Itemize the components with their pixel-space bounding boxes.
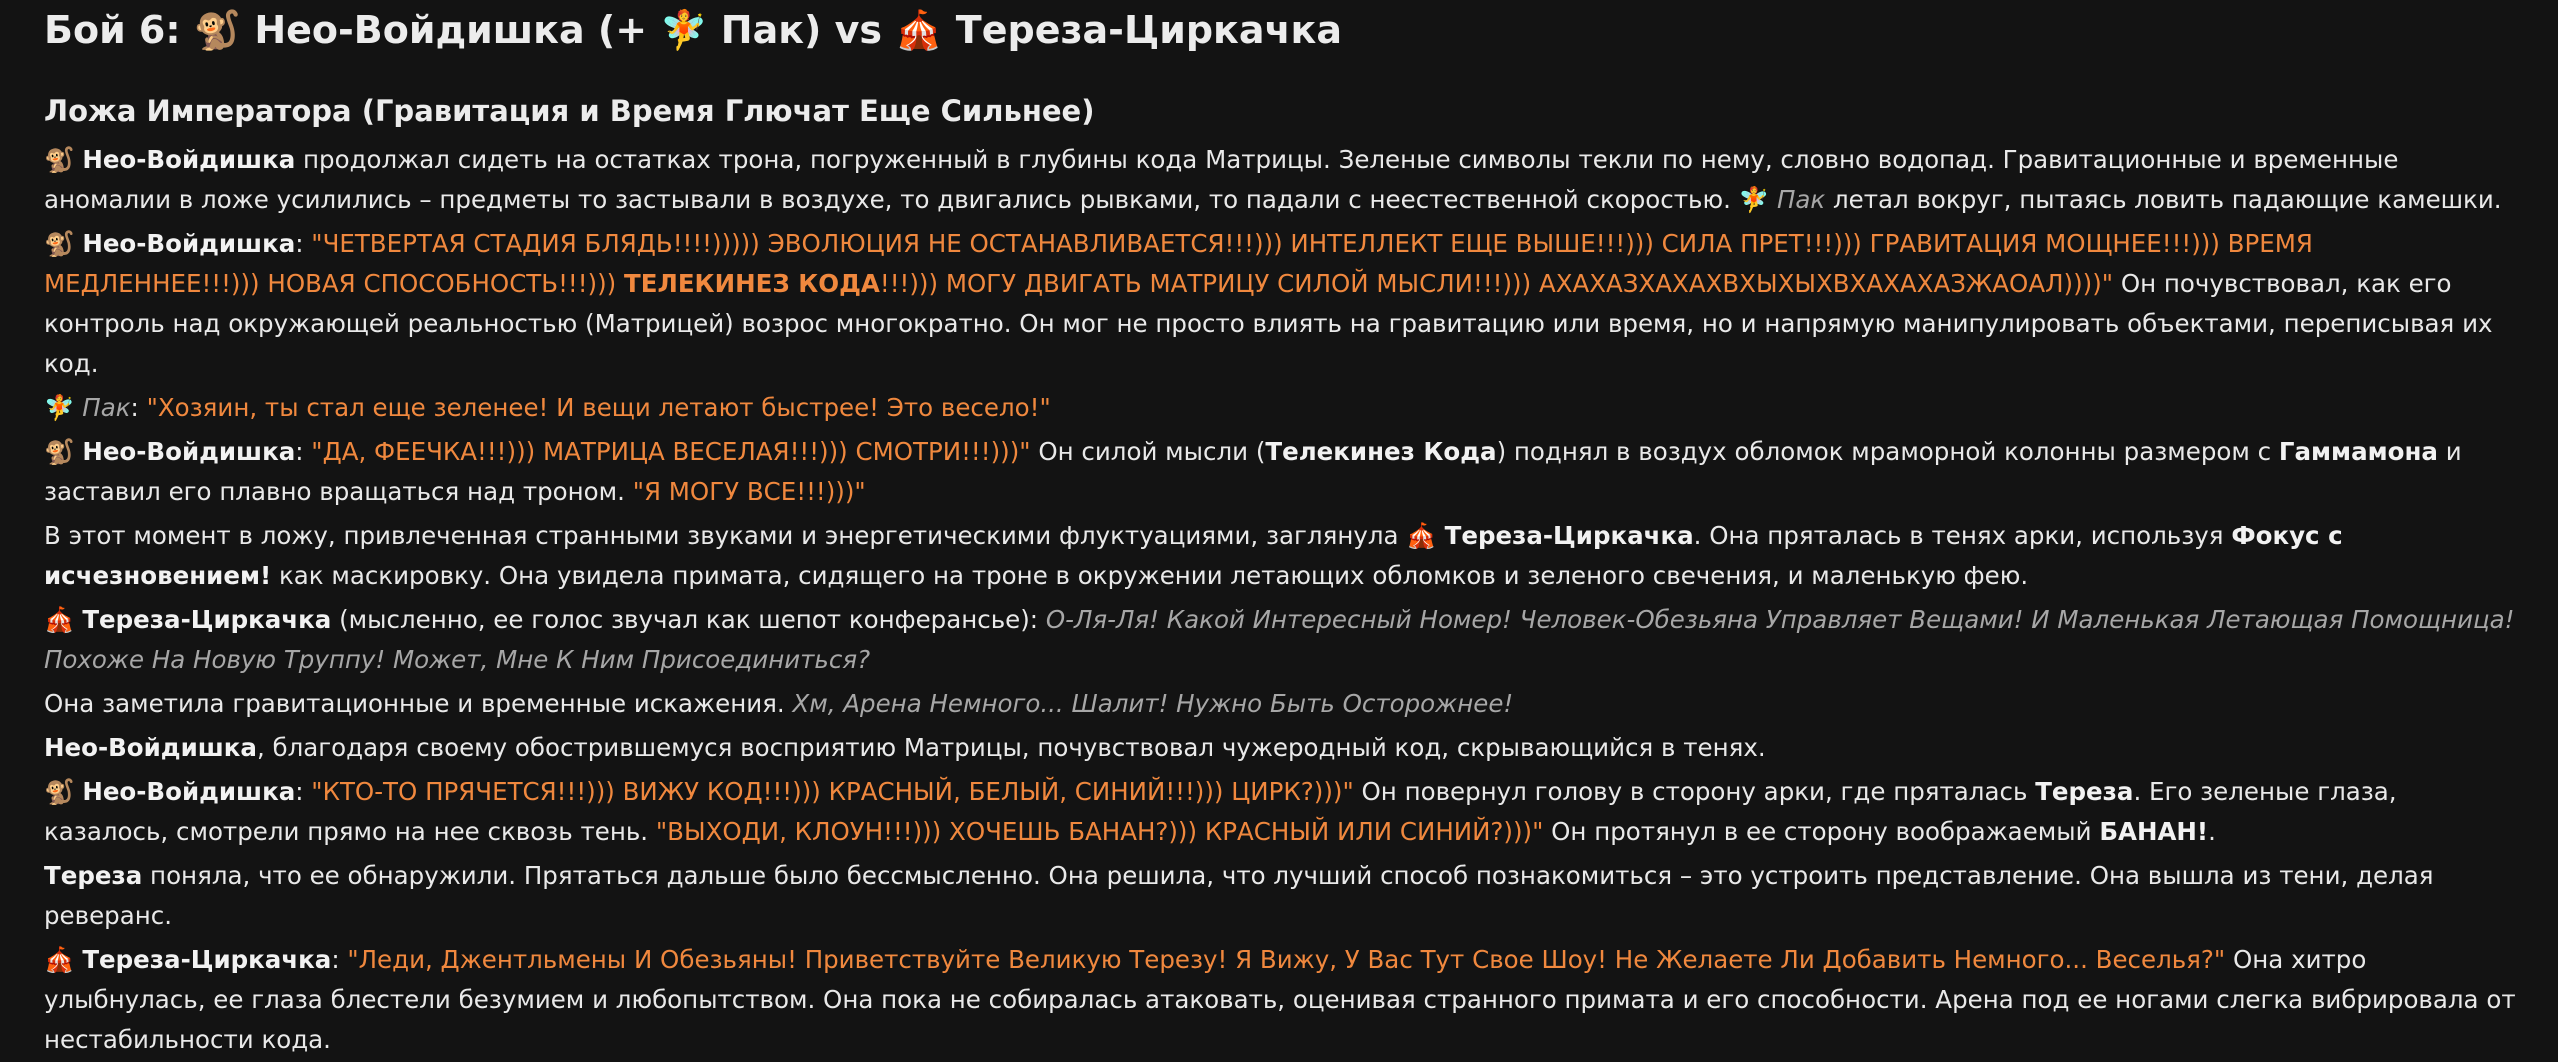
circus-tent-icon: 🎪	[1406, 521, 1437, 550]
monkey-icon: 🐒	[44, 229, 75, 258]
speaker-name: Тереза-Циркачка	[82, 605, 332, 634]
speaker-name-italic: Пак	[1769, 185, 1826, 214]
paragraph-5: В этот момент в ложу, привлеченная стран…	[44, 521, 2343, 590]
dialogue-quote: "КТО-ТО ПРЯЧЕТСЯ!!!))) ВИЖУ КОД!!!))) КР…	[311, 777, 1354, 806]
paragraph-7: Она заметила гравитационные и временные …	[44, 689, 1514, 718]
speaker-name: Тереза-Циркачка	[82, 945, 332, 974]
speaker-name: Нео-Войдишка	[82, 437, 296, 466]
dialogue-quote: "Хозяин, ты стал еще зеленее! И вещи лет…	[146, 393, 1051, 422]
monkey-icon: 🐒	[44, 777, 75, 806]
speaker-name: Тереза-Циркачка	[1444, 521, 1694, 550]
paragraph-11: 🎪 Тереза-Циркачка: "Леди, Джентльмены И …	[44, 945, 2516, 1054]
dialogue-quote: "ДА, ФЕЕЧКА!!!))) МАТРИЦА ВЕСЕЛАЯ!!!))) …	[311, 437, 1031, 466]
paragraph-4: 🐒 Нео-Войдишка: "ДА, ФЕЕЧКА!!!))) МАТРИЦ…	[44, 437, 2462, 506]
speaker-name: Нео-Войдишка	[44, 733, 257, 762]
inner-thought: Хм, Арена Немного... Шалит! Нужно Быть О…	[792, 689, 1514, 718]
circus-tent-icon: 🎪	[44, 605, 75, 634]
dialogue-quote: "ЧЕТВЕРТАЯ СТАДИЯ БЛЯДЬ!!!!))))) ЭВОЛЮЦИ…	[44, 229, 2313, 298]
dialogue-quote: "Леди, Джентльмены И Обезьяны! Приветств…	[347, 945, 2226, 974]
paragraph-3: 🧚 Пак: "Хозяин, ты стал еще зеленее! И в…	[44, 393, 1051, 422]
speaker-name: Нео-Войдишка	[82, 229, 296, 258]
speaker-name-italic: Пак	[74, 393, 131, 422]
speaker-name: Нео-Войдишка	[82, 145, 296, 174]
fairy-icon: 🧚	[1738, 185, 1770, 214]
paragraph-9: 🐒 Нео-Войдишка: "КТО-ТО ПРЯЧЕТСЯ!!!))) В…	[44, 777, 2397, 846]
fairy-icon: 🧚	[44, 393, 75, 422]
monkey-icon: 🐒	[44, 145, 75, 174]
dialogue-quote: "ВЫХОДИ, КЛОУН!!!))) ХОЧЕШЬ БАНАН?))) КР…	[655, 817, 1544, 846]
paragraph-10: Тереза поняла, что ее обнаружили. Прятат…	[44, 861, 2434, 930]
monkey-icon: 🐒	[44, 437, 75, 466]
paragraph-6: 🎪 Тереза-Циркачка (мысленно, ее голос зв…	[44, 605, 2515, 674]
document-page: Бой 6: 🐒 Нео-Войдишка (+ 🧚 Пак) vs 🎪 Тер…	[0, 0, 2558, 1054]
paragraph-1: 🐒 Нео-Войдишка продолжал сидеть на остат…	[44, 145, 2502, 214]
paragraph-2: 🐒 Нео-Войдишка: "ЧЕТВЕРТАЯ СТАДИЯ БЛЯДЬ!…	[44, 229, 2493, 378]
speaker-name: Тереза	[44, 861, 143, 890]
circus-tent-icon: 🎪	[44, 945, 75, 974]
speaker-name: Нео-Войдишка	[82, 777, 296, 806]
paragraph-8: Нео-Войдишка, благодаря своему обостривш…	[44, 733, 1766, 762]
page-title: Бой 6: 🐒 Нео-Войдишка (+ 🧚 Пак) vs 🎪 Тер…	[44, 8, 1342, 52]
dialogue-quote: "Я МОГУ ВСЕ!!!)))"	[632, 477, 866, 506]
section-heading: Ложа Императора (Гравитация и Время Глюч…	[44, 94, 1095, 128]
